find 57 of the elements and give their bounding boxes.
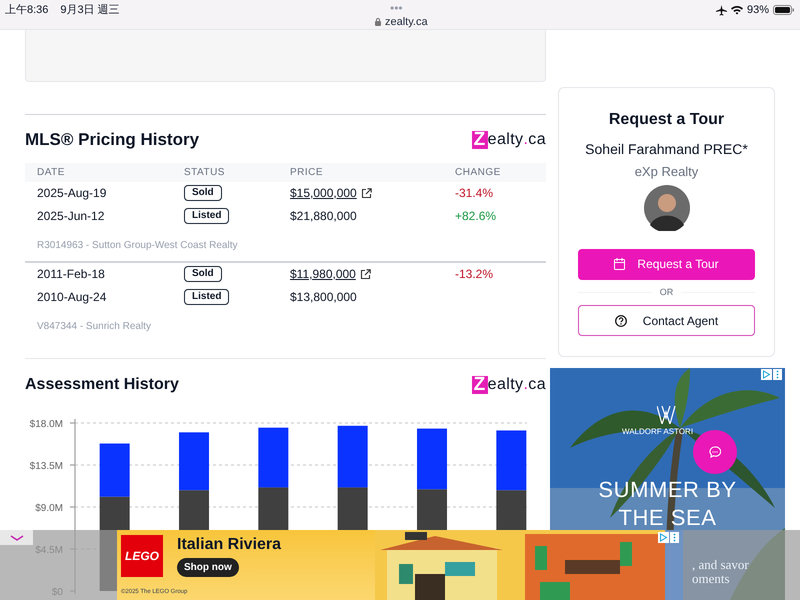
calendar-icon	[614, 258, 626, 270]
lock-icon	[375, 18, 381, 26]
airplane-icon	[716, 4, 727, 16]
status-date: 9月3日 週三	[60, 3, 120, 18]
external-link-icon	[360, 268, 371, 280]
date-text: 2010-Aug-24	[37, 289, 108, 306]
status-badge: Sold	[184, 266, 222, 282]
column-header: DATE	[37, 166, 66, 180]
logo-suffix: ca	[528, 130, 546, 150]
contact-agent-button[interactable]: Contact Agent	[578, 305, 755, 336]
date-text: 2025-Aug-19	[37, 185, 108, 202]
or-divider-text: OR	[660, 286, 674, 298]
change-text: -31.4%	[455, 185, 494, 202]
status-time: 上午8:36	[5, 3, 48, 18]
collapse-button[interactable]	[0, 530, 33, 545]
shop-now-button[interactable]: Shop now	[177, 558, 239, 577]
wifi-icon	[730, 5, 743, 16]
battery-icon	[773, 5, 794, 16]
price-text: $21,880,000	[290, 208, 357, 225]
ad-headline: Italian Riviera	[177, 535, 282, 555]
column-header: STATUS	[184, 166, 226, 180]
price-link[interactable]: $15,000,000	[290, 184, 357, 202]
axis-label: $18.0M	[30, 418, 63, 430]
battery-percent: 93%	[746, 3, 769, 18]
axis-label: $13.5M	[30, 460, 63, 472]
date-text: 2025-Jun-12	[37, 208, 106, 225]
section-title: Assessment History	[25, 374, 179, 394]
logo-text: ealty	[488, 374, 524, 394]
logo-dot: .	[523, 130, 528, 150]
axis-label: $9.0M	[35, 502, 63, 514]
price-text: $13,800,000	[290, 289, 357, 306]
change-text: +82.6%	[455, 208, 498, 225]
logo-initial: Z	[472, 130, 488, 149]
agent-name: Soheil Farahmand PREC*	[585, 140, 748, 159]
date-text: 2011-Feb-18	[37, 266, 106, 283]
url-text[interactable]: zealty.ca	[385, 14, 428, 30]
request-tour-button[interactable]: Request a Tour	[578, 248, 755, 280]
column-header: PRICE	[290, 166, 324, 180]
brokerage-name: eXp Realty	[634, 163, 698, 181]
logo-suffix: ca	[528, 374, 546, 394]
external-link-icon	[360, 188, 372, 198]
logo-text: ealty	[488, 130, 524, 150]
logo-dot: .	[523, 374, 528, 394]
status-badge: Listed	[184, 208, 230, 224]
card-title: Request a Tour	[608, 110, 724, 130]
listing-note: R3014963 - Sutton Group-West Coast Realty	[36, 238, 238, 252]
status-badge: Listed	[184, 289, 230, 305]
column-header: CHANGE	[455, 166, 502, 180]
chevron-down-icon	[10, 534, 24, 540]
help-icon	[614, 314, 627, 326]
logo-initial: Z	[472, 376, 488, 394]
change-text: -13.2%	[455, 266, 494, 283]
section-title: MLS® Pricing History	[25, 129, 200, 151]
listing-note: V847344 - Sunrich Realty	[36, 320, 152, 334]
status-badge: Sold	[184, 185, 222, 201]
price-link[interactable]: $11,980,000	[290, 265, 356, 283]
agent-avatar	[644, 184, 690, 230]
